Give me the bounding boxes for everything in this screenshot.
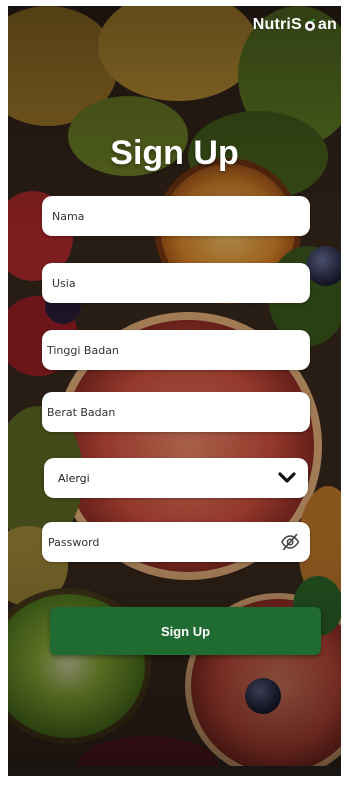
- alergi-select[interactable]: Alergi: [44, 458, 308, 498]
- signup-screen: NutriS an Sign Up Alergi Sign Up: [8, 6, 341, 776]
- tinggi-badan-field[interactable]: [42, 330, 310, 370]
- usia-field[interactable]: [42, 263, 310, 303]
- leaf-icon: [304, 19, 316, 31]
- chevron-down-icon: [278, 472, 296, 483]
- sign-up-button[interactable]: Sign Up: [50, 607, 321, 655]
- bottom-bar: [8, 766, 341, 776]
- password-input[interactable]: [48, 535, 280, 549]
- berat-badan-field[interactable]: [42, 392, 310, 432]
- page-title: Sign Up: [110, 134, 239, 172]
- brand-logo: NutriS an: [253, 16, 337, 34]
- alergi-select-label: Alergi: [58, 471, 90, 485]
- nama-field[interactable]: [42, 196, 310, 236]
- brand-text-suffix: an: [317, 16, 337, 33]
- usia-input[interactable]: [52, 276, 300, 290]
- tinggi-badan-input[interactable]: [47, 343, 300, 357]
- password-field[interactable]: [42, 522, 310, 562]
- nama-input[interactable]: [52, 209, 300, 223]
- berat-badan-input[interactable]: [47, 405, 300, 419]
- brand-text-prefix: NutriS: [252, 16, 302, 33]
- eye-off-icon[interactable]: [280, 532, 300, 552]
- background-overlay: [8, 6, 341, 776]
